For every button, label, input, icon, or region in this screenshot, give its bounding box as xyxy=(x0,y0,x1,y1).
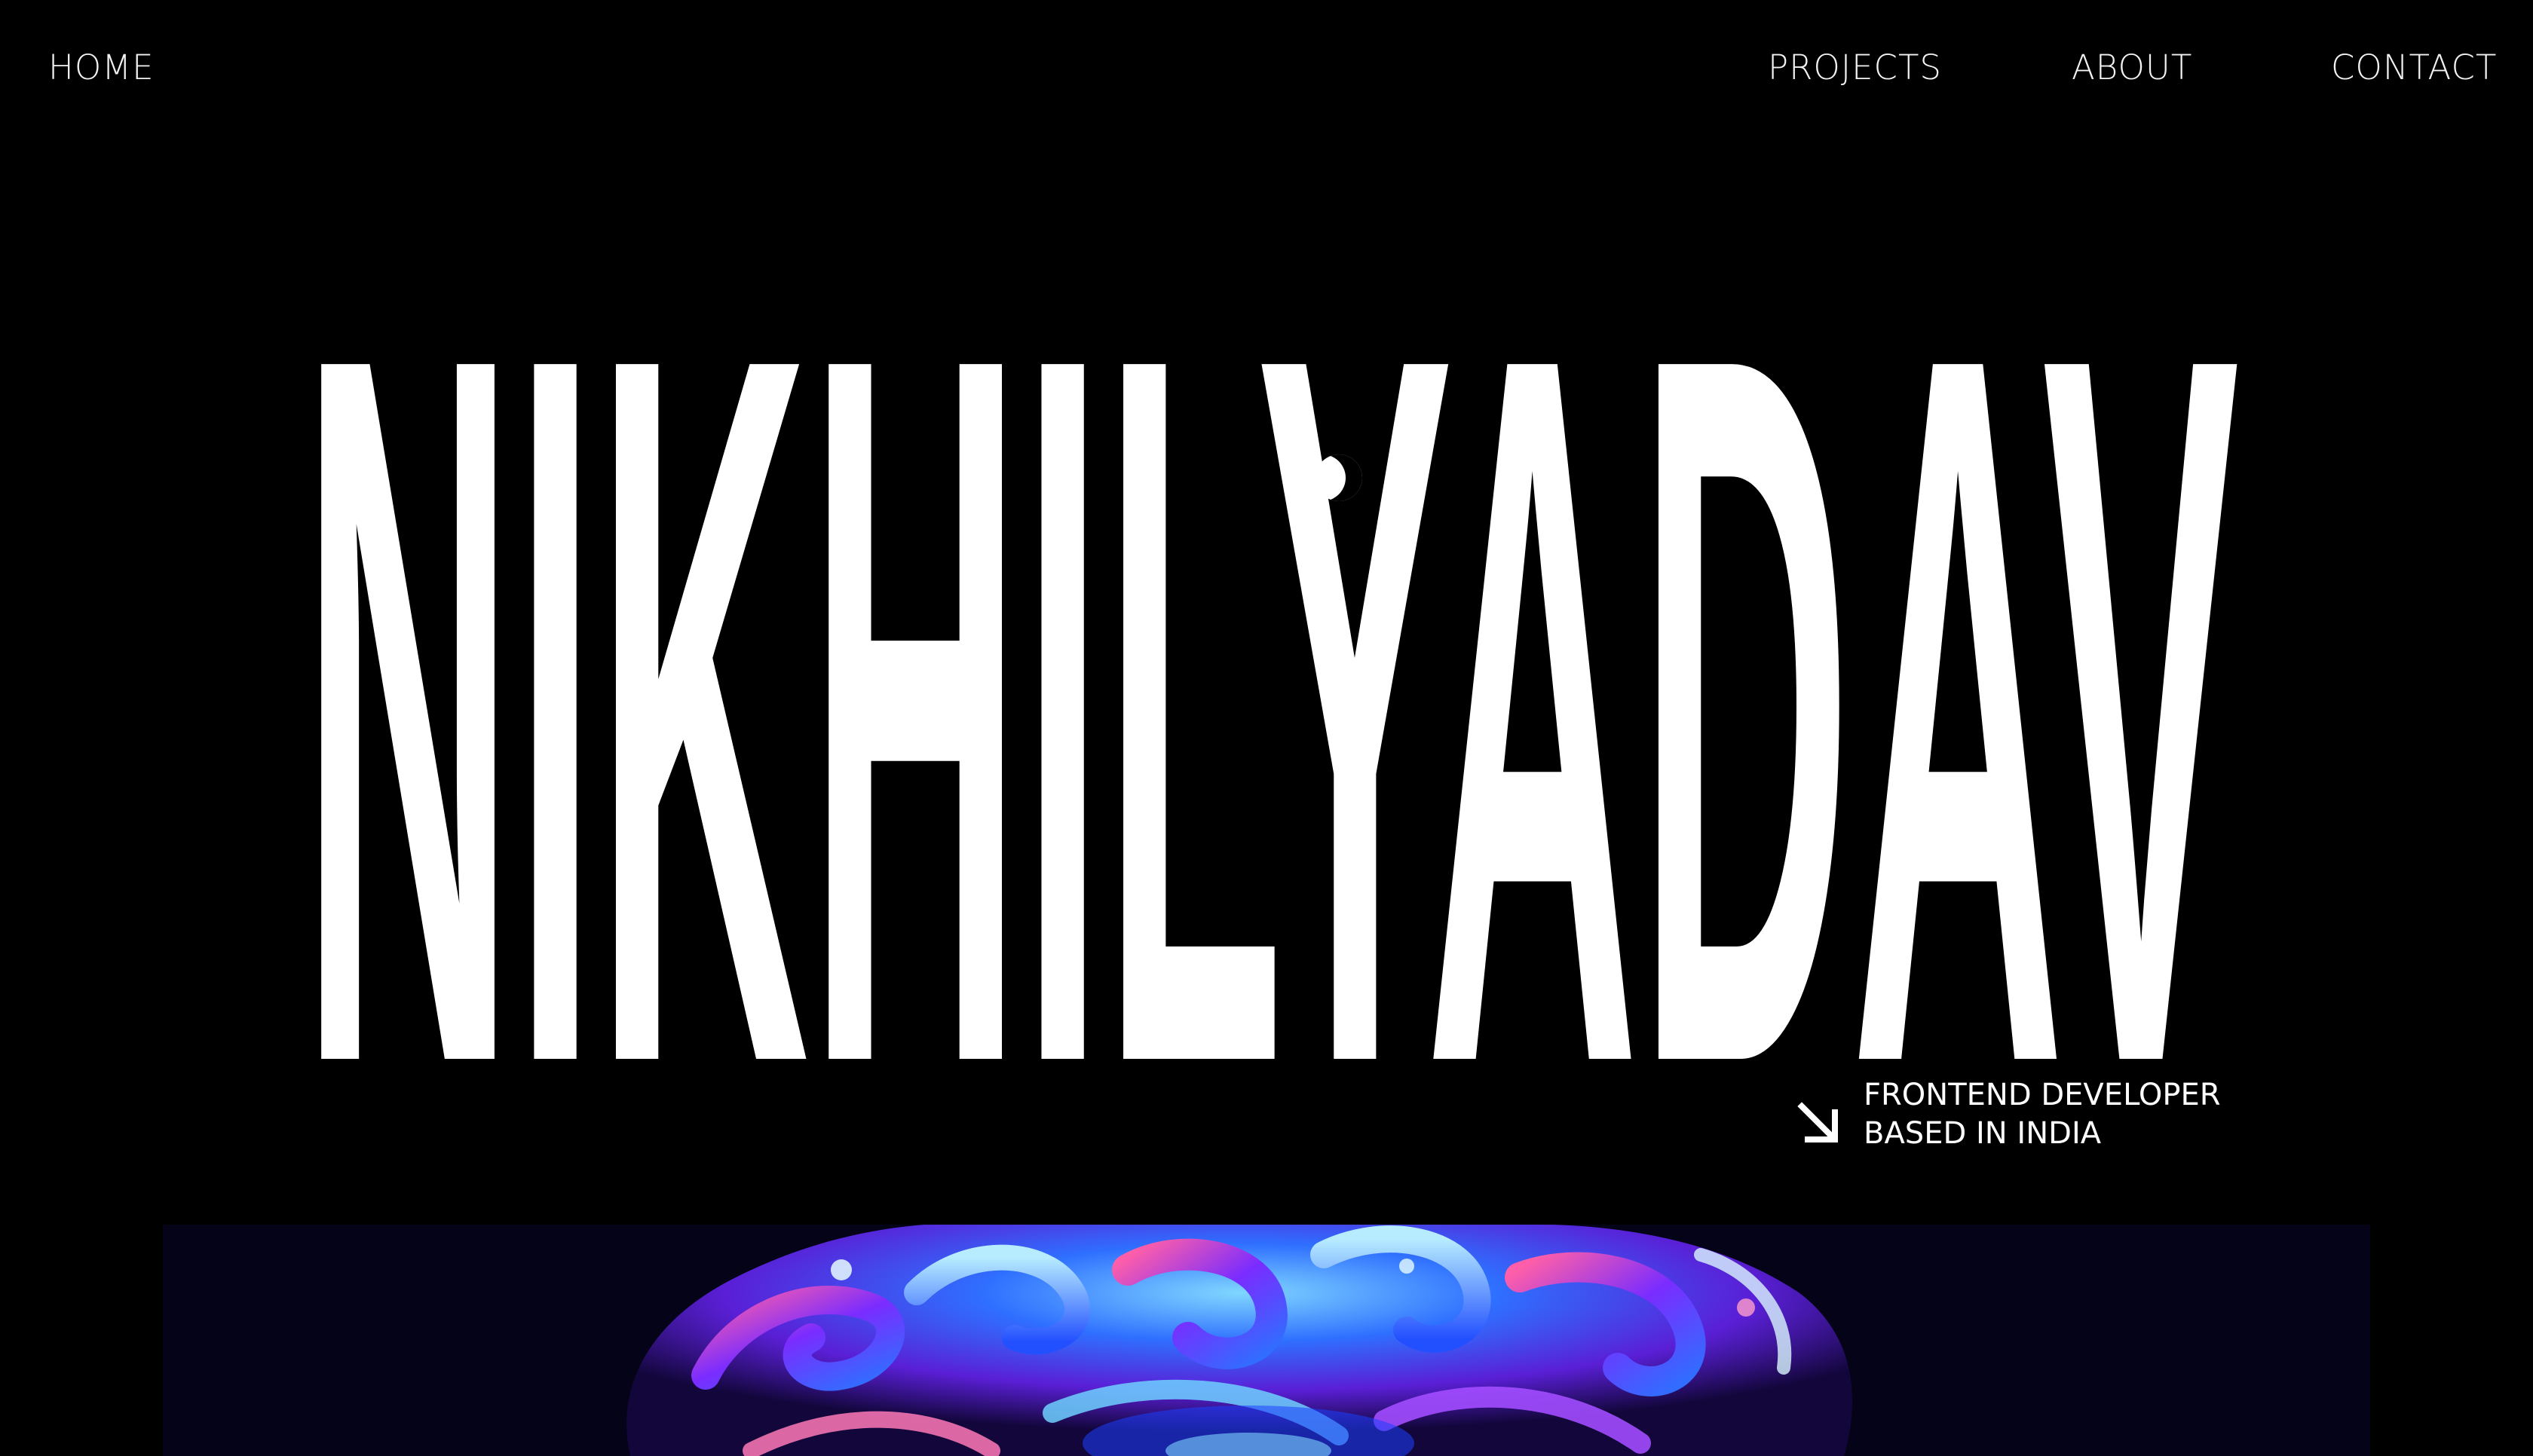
cursor-dot xyxy=(1316,454,1362,501)
hero-name-text: NIKHILYADAV xyxy=(302,286,2240,1074)
nav-contact-link[interactable]: CONTACT xyxy=(2331,45,2497,90)
hero-tagline: FRONTEND DEVELOPER BASED IN INDIA xyxy=(1794,1076,2221,1159)
nav-projects-link[interactable]: PROJECTS xyxy=(1768,45,1942,90)
hero-name-heading: NIKHILYADAV xyxy=(302,286,2240,1074)
nav-home-link[interactable]: HOME xyxy=(48,45,155,90)
arrow-down-right-icon xyxy=(1797,1102,1838,1142)
nav-about-link[interactable]: ABOUT xyxy=(2072,45,2192,90)
hero-sculpture-image xyxy=(163,1225,2370,1456)
tagline-role: FRONTEND DEVELOPER xyxy=(1864,1078,2221,1112)
sculpture-graphic xyxy=(626,1225,1853,1456)
tagline-location: BASED IN INDIA xyxy=(1864,1116,2102,1151)
page: HOME PROJECTS ABOUT CONTACT NIKHILYADAV … xyxy=(0,0,2533,1456)
